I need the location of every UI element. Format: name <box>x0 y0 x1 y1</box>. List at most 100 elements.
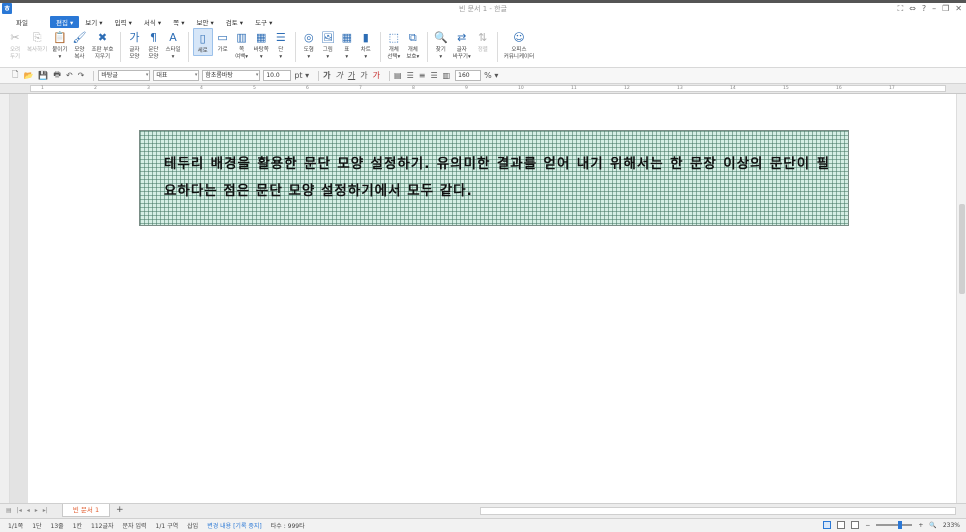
page-border-button[interactable]: ▦ 바탕쪽 ▾ <box>252 28 271 61</box>
paragraph-text[interactable]: 테두리 배경을 활용한 문단 모양 설정하기. 유의미한 결과를 얻어 내기 위… <box>164 151 830 205</box>
font-size-unit[interactable]: pt ▾ <box>294 71 309 80</box>
portrait-button[interactable]: ▯ 세로 <box>192 28 213 56</box>
save-icon[interactable]: 💾 <box>38 71 48 80</box>
align-left-icon[interactable]: ☰ <box>407 71 414 80</box>
clear-format-button[interactable]: ✖ 조판 부호 지우기 <box>89 28 115 61</box>
draft-view-icon[interactable] <box>851 521 860 529</box>
page-view-icon[interactable] <box>823 521 832 529</box>
line-spacing-value: 160 <box>458 72 470 79</box>
print-icon[interactable]: 🖶 <box>53 69 61 83</box>
status-item: 문자 입력 <box>122 523 147 530</box>
new-document-icon[interactable]: 🗋 <box>12 69 18 83</box>
sort-button[interactable]: ⇅ 정렬 <box>474 28 492 54</box>
menu-view[interactable]: 보기 ▾ <box>79 17 108 27</box>
chart-button[interactable]: ▮ 차트 ▾ <box>357 28 375 61</box>
zoom-slider[interactable] <box>876 521 913 529</box>
table-button[interactable]: ▦ 표 ▾ <box>338 28 356 61</box>
horizontal-ruler[interactable]: 1 2 3 4 5 6 7 8 9 10 11 12 13 14 15 16 17 <box>0 84 966 94</box>
para-shape-button[interactable]: ¶ 문단 모양 <box>144 28 162 61</box>
object-protect-button[interactable]: ⧉ 개체 보호▾ <box>404 28 422 61</box>
picture-button[interactable]: 🖼 그림 ▾ <box>319 28 337 61</box>
maximize-icon[interactable]: ❐ <box>942 4 949 14</box>
zoom-in-icon[interactable]: + <box>918 522 923 529</box>
paste-button[interactable]: 📋 붙이기 ▾ <box>50 28 69 61</box>
font-size-input[interactable]: 10.0 <box>263 70 292 81</box>
find-icon: 🔍 <box>433 31 448 44</box>
menu-tools[interactable]: 도구 ▾ <box>249 17 278 27</box>
distribute-icon[interactable]: ▥ <box>443 71 451 80</box>
ribbon-button-label: 글자 바꾸기▾ <box>452 47 471 60</box>
font-color-icon[interactable]: 가 <box>373 70 380 81</box>
ribbon-button-label: 스타일 ▾ <box>165 47 181 60</box>
ribbon-button-label: 단 ▾ <box>278 47 284 60</box>
close-icon[interactable]: ✕ <box>955 4 962 14</box>
help-icon[interactable]: ? <box>922 4 926 14</box>
add-tab-button[interactable]: + <box>116 505 124 515</box>
restore-layout-icon[interactable]: ⇔ <box>909 4 916 14</box>
ribbon-button-label: 오려 두기 <box>9 47 21 60</box>
prev-tab-icon[interactable]: ◂ <box>27 507 30 514</box>
menu-edit[interactable]: 편집 ▾ <box>49 15 80 28</box>
margin-button[interactable]: ▥ 쪽 여백▾ <box>233 28 251 61</box>
landscape-button[interactable]: ▭ 가로 <box>214 28 232 54</box>
menu-security[interactable]: 보안 ▾ <box>190 17 219 27</box>
minimize-icon[interactable]: – <box>932 4 936 14</box>
align-justify-icon[interactable]: ▤ <box>394 71 402 80</box>
menu-review[interactable]: 검토 ▾ <box>220 17 249 27</box>
find-button[interactable]: 🔍 찾기 ▾ <box>432 28 450 61</box>
shape-button[interactable]: ◎ 도형 ▾ <box>300 28 318 61</box>
style-select[interactable]: 바탕글 ▾ <box>98 70 151 81</box>
first-tab-icon[interactable]: |◂ <box>17 507 22 514</box>
zoom-level[interactable]: 233% <box>943 522 960 529</box>
align-right-icon[interactable]: ☰ <box>430 71 437 80</box>
menu-insert[interactable]: 입력 ▾ <box>109 17 138 27</box>
scissors-button[interactable]: ✂ 오려 두기 <box>6 28 24 61</box>
ruler-mark: 12 <box>624 86 630 91</box>
tab-document-1[interactable]: 빈 문서 1 <box>62 504 110 517</box>
table-icon: ▦ <box>341 31 353 44</box>
column-button[interactable]: ☰ 단 ▾ <box>272 28 290 61</box>
line-spacing-input[interactable]: 160 <box>455 70 482 81</box>
fullscreen-icon[interactable]: ⛶ <box>898 4 904 14</box>
strike-icon[interactable]: 가 <box>360 70 367 81</box>
vertical-scrollbar[interactable] <box>956 94 966 503</box>
office-communicator-button[interactable]: ☺ 오피스 커뮤니케이터 <box>502 28 536 61</box>
tab-list-icon[interactable]: ▤ <box>6 507 12 514</box>
object-select-button[interactable]: ⬚ 개체 선택▾ <box>385 28 403 61</box>
scrollbar-thumb[interactable] <box>959 204 965 294</box>
status-item: 1칸 <box>72 523 83 530</box>
bold-icon[interactable]: 가 <box>323 70 330 81</box>
font-select[interactable]: 함초롬바탕 ▾ <box>202 70 261 81</box>
replace-button[interactable]: ⇄ 글자 바꾸기▾ <box>451 28 473 61</box>
zoom-out-icon[interactable]: − <box>865 522 870 529</box>
line-spacing-unit[interactable]: % ▾ <box>484 71 498 80</box>
underline-icon[interactable]: 가 <box>348 70 355 81</box>
vertical-ruler[interactable] <box>0 94 10 503</box>
zoom-icon[interactable]: 🔍 <box>929 522 936 529</box>
horizontal-scrollbar[interactable] <box>480 507 956 515</box>
menu-page[interactable]: 쪽 ▾ <box>167 17 190 27</box>
chevron-down-icon: ▾ <box>255 72 259 78</box>
ruler-mark: 11 <box>571 86 577 91</box>
italic-icon[interactable]: 가 <box>336 70 343 81</box>
menu-file[interactable]: 파일 <box>10 17 34 27</box>
document-page[interactable]: 테두리 배경을 활용한 문단 모양 설정하기. 유의미한 결과를 얻어 내기 위… <box>28 94 956 503</box>
menu-format[interactable]: 서식 ▾ <box>138 17 167 27</box>
undo-icon[interactable]: ↶ <box>66 71 73 80</box>
ribbon-button-label: 표 ▾ <box>344 47 350 60</box>
bordered-paragraph[interactable]: 테두리 배경을 활용한 문단 모양 설정하기. 유의미한 결과를 얻어 내기 위… <box>139 130 849 226</box>
status-item[interactable]: 삽입 <box>187 521 198 530</box>
next-tab-icon[interactable]: ▸ <box>35 507 38 514</box>
redo-icon[interactable]: ↷ <box>78 71 85 80</box>
status-item[interactable]: 변경 내용 [기록 중지] <box>207 521 262 530</box>
align-center-icon[interactable]: ≡ <box>419 71 426 80</box>
copy-button[interactable]: ⎘ 복사하기 <box>25 28 49 54</box>
format-copy-button[interactable]: 🖌 모양 복사 <box>70 28 88 61</box>
last-tab-icon[interactable]: ▸| <box>43 507 48 514</box>
open-icon[interactable]: 📂 <box>23 71 33 80</box>
char-shape-button[interactable]: 가 글자 모양 <box>125 28 143 61</box>
zoom-slider-handle[interactable] <box>898 521 903 529</box>
style-button[interactable]: A 스타일 ▾ <box>163 28 182 61</box>
web-view-icon[interactable] <box>837 521 846 529</box>
language-select[interactable]: 대표 ▾ <box>153 70 200 81</box>
